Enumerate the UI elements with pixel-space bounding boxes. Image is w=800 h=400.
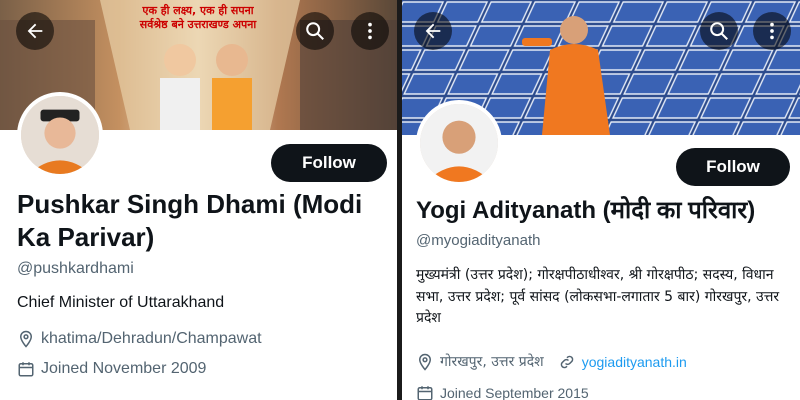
banner-text-1: एक ही लक्ष्य, एक ही सपना — [141, 3, 254, 17]
profile-name: Pushkar Singh Dhami (Modi Ka Parivar) — [17, 189, 363, 253]
profile-bio: मुख्यमंत्री (उत्तर प्रदेश); गोरक्षपीठाधी… — [416, 267, 780, 327]
avatar-image — [21, 96, 99, 174]
avatar[interactable] — [416, 100, 502, 186]
location-row: khatima/Dehradun/Champawat — [17, 330, 262, 348]
back-button[interactable] — [16, 12, 54, 50]
follow-button[interactable]: Follow — [676, 148, 790, 186]
calendar-icon — [417, 386, 433, 400]
more-button[interactable] — [753, 12, 791, 50]
back-arrow-icon — [27, 23, 43, 39]
avatar-image — [420, 104, 498, 182]
banner-text-2: सर्वश्रेष्ठ बने उत्तराखण्ड अपना — [139, 17, 258, 31]
location-row: गोरखपुर, उत्तर प्रदेश yogiadityanath.in — [416, 352, 687, 371]
search-icon — [306, 22, 324, 40]
location-text: गोरखपुर, उत्तर प्रदेश — [440, 354, 544, 370]
website-link[interactable]: yogiadityanath.in — [582, 354, 687, 370]
joined-row: Joined November 2009 — [17, 360, 206, 378]
link-icon — [560, 355, 573, 368]
profile-handle: @pushkardhami — [17, 260, 134, 277]
profile-bio: Chief Minister of Uttarakhand — [17, 294, 225, 311]
joined-text: Joined September 2015 — [440, 385, 589, 400]
calendar-icon — [18, 362, 34, 377]
joined-row: Joined September 2015 — [416, 384, 589, 400]
profile-panel-right: Follow Yogi Adityanath (मोदी का परिवार) … — [402, 0, 800, 400]
profile-name: Yogi Adityanath (मोदी का परिवार) — [416, 197, 756, 224]
location-pin-icon — [418, 353, 432, 371]
more-button[interactable] — [351, 12, 389, 50]
location-text: khatima/Dehradun/Champawat — [41, 330, 262, 347]
search-button[interactable] — [700, 12, 738, 50]
profile-handle: @myogiadityanath — [416, 232, 541, 249]
back-button[interactable] — [414, 12, 452, 50]
more-vertical-icon — [368, 22, 372, 40]
search-icon — [710, 22, 728, 40]
joined-text: Joined November 2009 — [41, 360, 207, 377]
avatar[interactable] — [17, 92, 103, 178]
more-vertical-icon — [770, 22, 774, 40]
search-button[interactable] — [296, 12, 334, 50]
profile-panel-left: एक ही लक्ष्य, एक ही सपना सर्वश्रेष्ठ बने… — [0, 0, 397, 400]
location-pin-icon — [19, 330, 33, 348]
follow-button[interactable]: Follow — [271, 144, 387, 182]
back-arrow-icon — [425, 23, 441, 39]
